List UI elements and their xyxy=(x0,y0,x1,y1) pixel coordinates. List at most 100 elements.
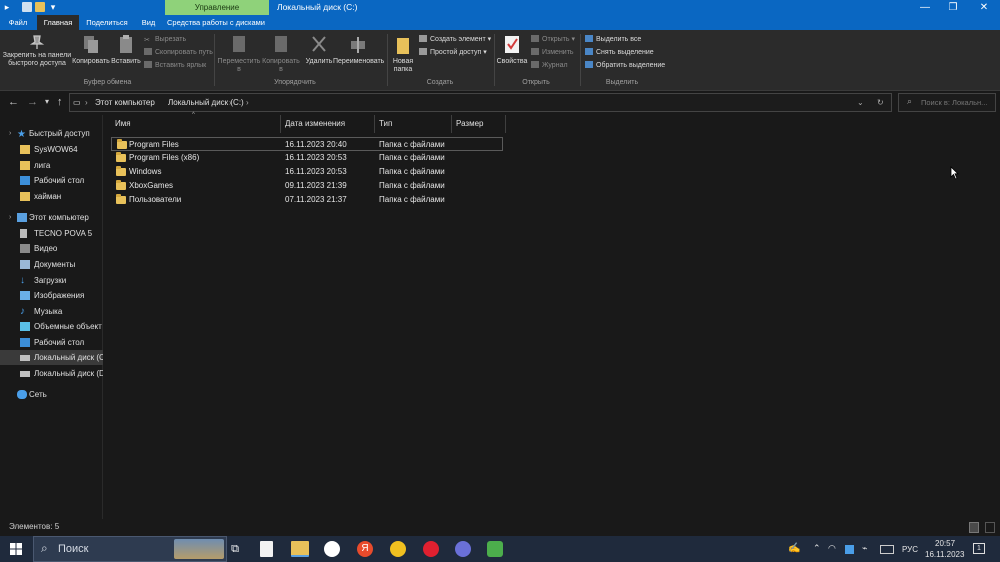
task-view-icon[interactable]: ⧉ xyxy=(227,541,243,557)
sidebar-item-pictures[interactable]: Изображения xyxy=(0,288,103,303)
sidebar-item-khaiman[interactable]: хайман xyxy=(0,189,103,204)
breadcrumb-local-disk[interactable]: Локальный диск (C:) xyxy=(168,94,244,111)
properties-button[interactable]: Свойства xyxy=(496,34,528,66)
column-headers: ^ Имя Дата изменения Тип Размер xyxy=(111,112,506,133)
cut-button[interactable]: ✂ Вырезать xyxy=(144,35,186,44)
sidebar-item-network[interactable]: Сеть xyxy=(0,387,103,402)
windows-start-icon[interactable] xyxy=(10,543,22,555)
forward-arrow-icon[interactable]: → xyxy=(27,95,38,109)
properties-quick-icon[interactable] xyxy=(22,2,32,12)
pin-quick-access-button[interactable]: Закрепить на панели быстрого доступа xyxy=(2,34,72,68)
sidebar-item-desktop[interactable]: Рабочий стол xyxy=(0,173,103,188)
copy-path-button[interactable]: Скопировать путь xyxy=(144,48,213,57)
tab-drive-tools[interactable]: Средства работы с дисками xyxy=(166,15,266,30)
address-dropdown-chevron-icon[interactable]: ⌄ xyxy=(857,94,864,111)
sidebar-item-music[interactable]: ♪ Музыка xyxy=(0,304,103,319)
new-folder-button[interactable]: Новая папка xyxy=(390,34,416,74)
sidebar-item-desktop-pc[interactable]: Рабочий стол xyxy=(0,335,103,350)
paste-button[interactable]: Вставить xyxy=(110,34,142,66)
minecraft-icon[interactable] xyxy=(487,541,503,557)
delete-button[interactable]: Удалить xyxy=(304,34,334,66)
large-icons-view-icon[interactable] xyxy=(985,522,995,533)
sidebar-item-documents[interactable]: Документы xyxy=(0,257,103,272)
ribbon-divider xyxy=(580,34,581,86)
yandex-browser-icon[interactable] xyxy=(324,541,340,557)
explorer-icon[interactable]: ▸ xyxy=(2,2,12,12)
file-row[interactable]: Пользователи 07.11.2023 21:37 Папка с фа… xyxy=(111,193,503,207)
chevron-right-icon[interactable]: › xyxy=(9,210,11,225)
maximize-icon[interactable]: ❐ xyxy=(938,0,968,15)
back-arrow-icon[interactable]: ← xyxy=(8,95,19,109)
game-launcher-icon[interactable] xyxy=(455,541,471,557)
sidebar-item-local-disk-c[interactable]: Локальный диск (C xyxy=(0,350,103,365)
select-none-button[interactable]: Снять выделение xyxy=(585,48,654,57)
edit-icon xyxy=(531,48,539,55)
group-clipboard-label: Буфер обмена xyxy=(83,79,132,86)
pen-icon[interactable]: ✍ xyxy=(788,543,800,554)
notepad-icon[interactable] xyxy=(260,541,273,557)
rename-button[interactable]: Переименовать xyxy=(333,34,384,66)
search-box[interactable]: ⌕ xyxy=(898,93,996,112)
file-row[interactable]: Program Files 16.11.2023 20:40 Папка с ф… xyxy=(111,137,503,151)
sidebar-item-liga[interactable]: лига xyxy=(0,158,103,173)
copy-to-button[interactable]: Копировать в xyxy=(260,34,302,74)
network-icon[interactable]: ⌁ xyxy=(862,543,867,554)
up-arrow-icon[interactable]: ↑ xyxy=(57,95,63,109)
edit-button[interactable]: Изменить xyxy=(531,48,574,57)
column-header-name[interactable]: Имя xyxy=(111,115,281,133)
recent-chevron-down-icon[interactable]: ▾ xyxy=(45,95,49,109)
paste-shortcut-button[interactable]: Вставить ярлык xyxy=(144,61,206,70)
sidebar-item-this-pc[interactable]: › Этот компьютер xyxy=(0,210,103,225)
column-header-size[interactable]: Размер xyxy=(452,115,506,133)
tab-home[interactable]: Главная xyxy=(37,15,79,30)
sidebar-item-tecno-pova[interactable]: TECNO POVA 5 xyxy=(0,226,103,241)
language-indicator[interactable]: РУС xyxy=(902,545,918,554)
taskbar-search[interactable]: ⌕ Поиск xyxy=(33,536,227,562)
customize-quick-access-icon[interactable]: ▾ xyxy=(48,2,58,12)
easy-access-button[interactable]: Простой доступ ▾ xyxy=(419,48,487,57)
new-item-button[interactable]: Создать элемент ▾ xyxy=(419,35,491,44)
address-bar[interactable]: ▭ › Этот компьютер › Локальный диск (C:)… xyxy=(69,93,892,112)
refresh-icon[interactable]: ↻ xyxy=(877,94,884,111)
open-button[interactable]: Открыть ▾ xyxy=(531,35,575,44)
yandex-icon[interactable]: Я xyxy=(357,541,373,557)
wifi-icon[interactable]: ◠ xyxy=(828,543,836,554)
sidebar-item-syswow64[interactable]: SysWOW64 xyxy=(0,142,103,157)
kinopoisk-icon[interactable] xyxy=(390,541,406,557)
column-header-date[interactable]: Дата изменения xyxy=(281,115,375,133)
file-row[interactable]: XboxGames 09.11.2023 21:39 Папка с файла… xyxy=(111,179,503,193)
column-header-type[interactable]: Тип xyxy=(375,115,452,133)
sidebar-item-local-disk-d[interactable]: Локальный диск (D xyxy=(0,366,103,381)
tab-file[interactable]: Файл xyxy=(2,15,34,30)
breadcrumb-this-pc[interactable]: Этот компьютер xyxy=(95,94,155,111)
minimize-icon[interactable]: — xyxy=(910,0,940,15)
sidebar-item-3d-objects[interactable]: Объемные объект xyxy=(0,319,103,334)
sidebar-item-videos[interactable]: Видео xyxy=(0,241,103,256)
history-button[interactable]: Журнал xyxy=(531,61,568,70)
show-hidden-icons-chevron-up-icon[interactable]: ⌃ xyxy=(813,543,821,554)
chevron-right-icon[interactable]: › xyxy=(9,126,11,141)
file-explorer-icon[interactable] xyxy=(291,541,309,557)
copy-button[interactable]: Копировать xyxy=(72,34,110,66)
opera-icon[interactable] xyxy=(423,541,439,557)
move-to-button[interactable]: Переместить в xyxy=(217,34,261,74)
shield-icon[interactable] xyxy=(845,545,854,554)
tab-view[interactable]: Вид xyxy=(136,15,161,30)
keyboard-icon[interactable] xyxy=(880,545,894,554)
select-all-button[interactable]: Выделить все xyxy=(585,35,641,44)
notifications-icon[interactable]: 1 xyxy=(973,543,985,554)
file-row[interactable]: Program Files (x86) 16.11.2023 20:53 Пап… xyxy=(111,151,503,165)
details-view-icon[interactable] xyxy=(969,522,979,533)
search-input[interactable] xyxy=(921,96,993,109)
invert-selection-button[interactable]: Обратить выделение xyxy=(585,61,665,70)
sidebar-item-downloads[interactable]: ↓ Загрузки xyxy=(0,273,103,288)
file-row[interactable]: Windows 16.11.2023 20:53 Папка с файлами xyxy=(111,165,503,179)
new-item-icon xyxy=(419,35,427,42)
close-icon[interactable]: ✕ xyxy=(969,0,999,15)
sidebar-item-quick-access[interactable]: › ★ Быстрый доступ xyxy=(0,126,103,141)
tab-share[interactable]: Поделиться xyxy=(82,15,132,30)
context-tab-manage[interactable]: Управление xyxy=(165,0,269,15)
clock-time[interactable]: 20:57 xyxy=(935,539,955,548)
clock-date[interactable]: 16.11.2023 xyxy=(925,550,964,559)
new-folder-quick-icon[interactable] xyxy=(35,2,45,12)
